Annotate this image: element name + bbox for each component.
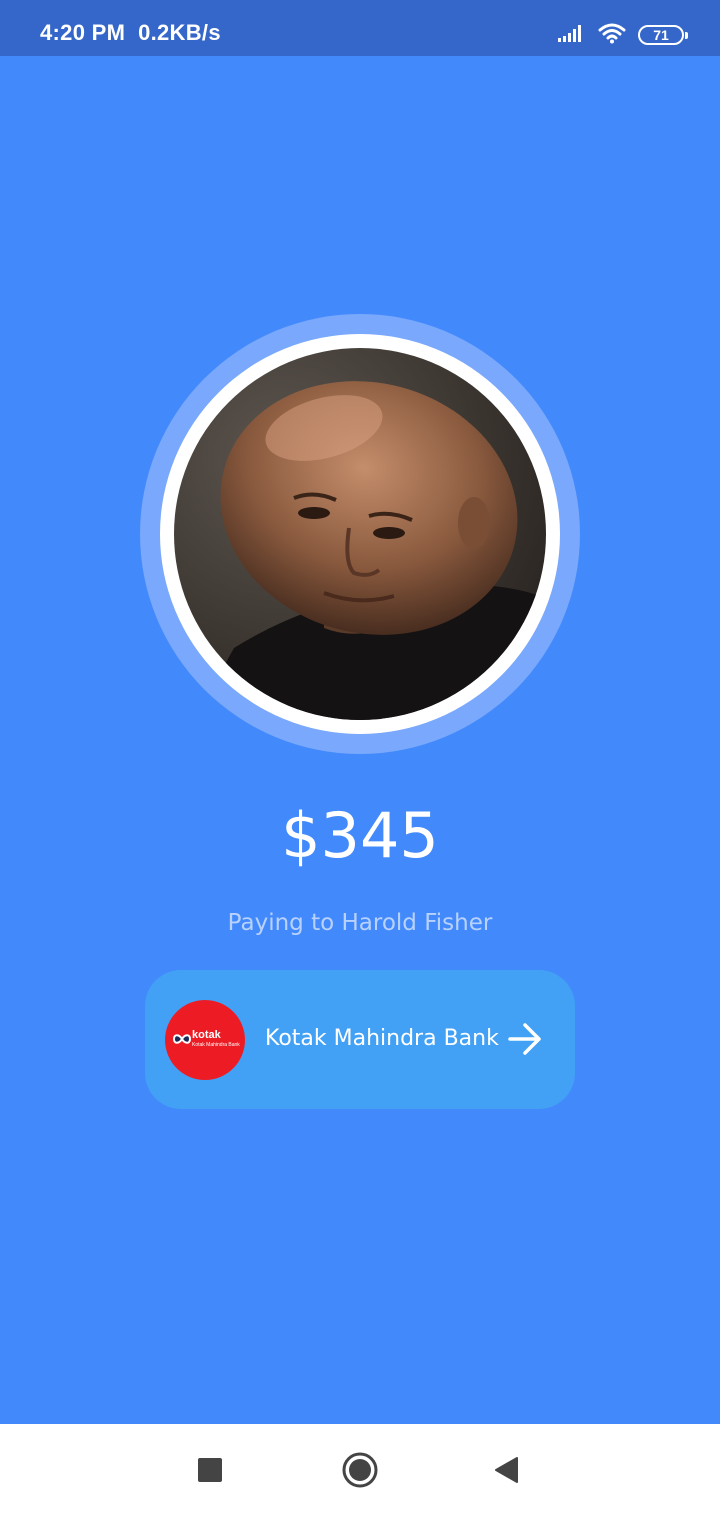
arrow-right-icon — [507, 1022, 543, 1060]
payee-label: Paying to Harold Fisher — [227, 910, 493, 936]
bank-name: Kotak Mahindra Bank — [265, 1026, 499, 1051]
status-time: 4:20 PM 0.2KB/s — [40, 20, 221, 46]
recents-square-icon — [198, 1458, 222, 1486]
status-bar: 4:20 PM 0.2KB/s 71 — [0, 0, 720, 56]
network-speed-text: 0.2KB/s — [138, 20, 221, 45]
infinity-icon — [173, 1034, 191, 1044]
battery-icon: 71 — [638, 25, 688, 45]
bank-account-button[interactable]: kotak Kotak Mahindra Bank Kotak Mahindra… — [145, 970, 575, 1109]
logo-wordmark: kotak — [192, 1029, 221, 1041]
kotak-logo: kotak Kotak Mahindra Bank — [165, 1000, 245, 1080]
battery-level: 71 — [653, 27, 669, 43]
payment-screen: 4:20 PM 0.2KB/s 71 $345 Paying to Harold… — [0, 0, 720, 1520]
person-photo — [194, 381, 546, 720]
back-triangle-icon — [493, 1456, 519, 1488]
avatar — [174, 348, 546, 720]
back-button[interactable] — [482, 1448, 530, 1496]
recents-button[interactable] — [186, 1448, 234, 1496]
clock-text: 4:20 PM — [40, 20, 126, 45]
status-icons: 71 — [558, 20, 688, 50]
home-circle-icon — [341, 1451, 379, 1493]
system-nav-bar — [0, 1424, 720, 1520]
payment-amount: $345 — [281, 799, 439, 872]
logo-subtext: Kotak Mahindra Bank — [192, 1042, 240, 1048]
wifi-icon — [598, 22, 626, 48]
signal-icon — [558, 24, 586, 46]
home-button[interactable] — [336, 1448, 384, 1496]
